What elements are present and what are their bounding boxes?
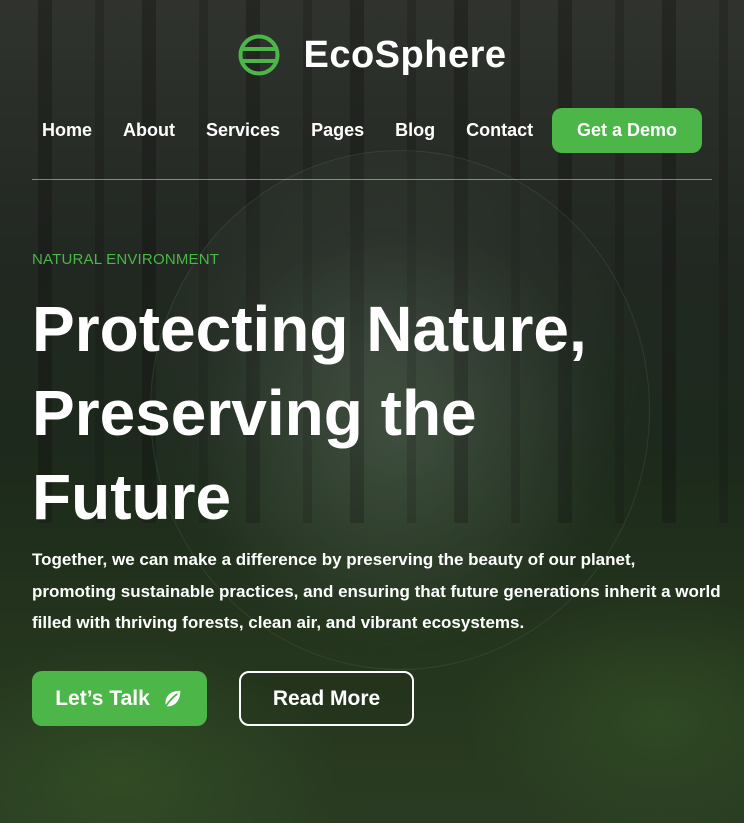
headline-line-3: Future: [32, 461, 232, 533]
nav-item-pages[interactable]: Pages: [311, 120, 364, 141]
header-divider: [32, 179, 712, 180]
leaf-icon: [164, 690, 181, 707]
main-nav: Home About Services Pages Blog Contact G…: [32, 108, 712, 153]
headline-line-2: Preserving the: [32, 377, 477, 449]
nav-item-about[interactable]: About: [123, 120, 175, 141]
brand-name: EcoSphere: [303, 33, 507, 76]
lets-talk-label: Let’s Talk: [55, 686, 150, 710]
nav-item-home[interactable]: Home: [42, 120, 92, 141]
headline-line-1: Protecting Nature,: [32, 293, 587, 365]
hero-headline: Protecting Nature, Preserving the Future: [32, 287, 722, 539]
nav-item-blog[interactable]: Blog: [395, 120, 435, 141]
globe-icon: [238, 34, 280, 76]
lets-talk-button[interactable]: Let’s Talk: [32, 671, 207, 726]
hero-description: Together, we can make a difference by pr…: [32, 550, 721, 632]
hero-eyebrow: NATURAL ENVIRONMENT: [32, 251, 220, 268]
nav-item-contact[interactable]: Contact: [466, 120, 533, 141]
get-demo-button[interactable]: Get a Demo: [552, 108, 702, 153]
nav-item-services[interactable]: Services: [206, 120, 280, 141]
brand-logo[interactable]: EcoSphere: [0, 33, 744, 77]
read-more-button[interactable]: Read More: [239, 671, 414, 726]
